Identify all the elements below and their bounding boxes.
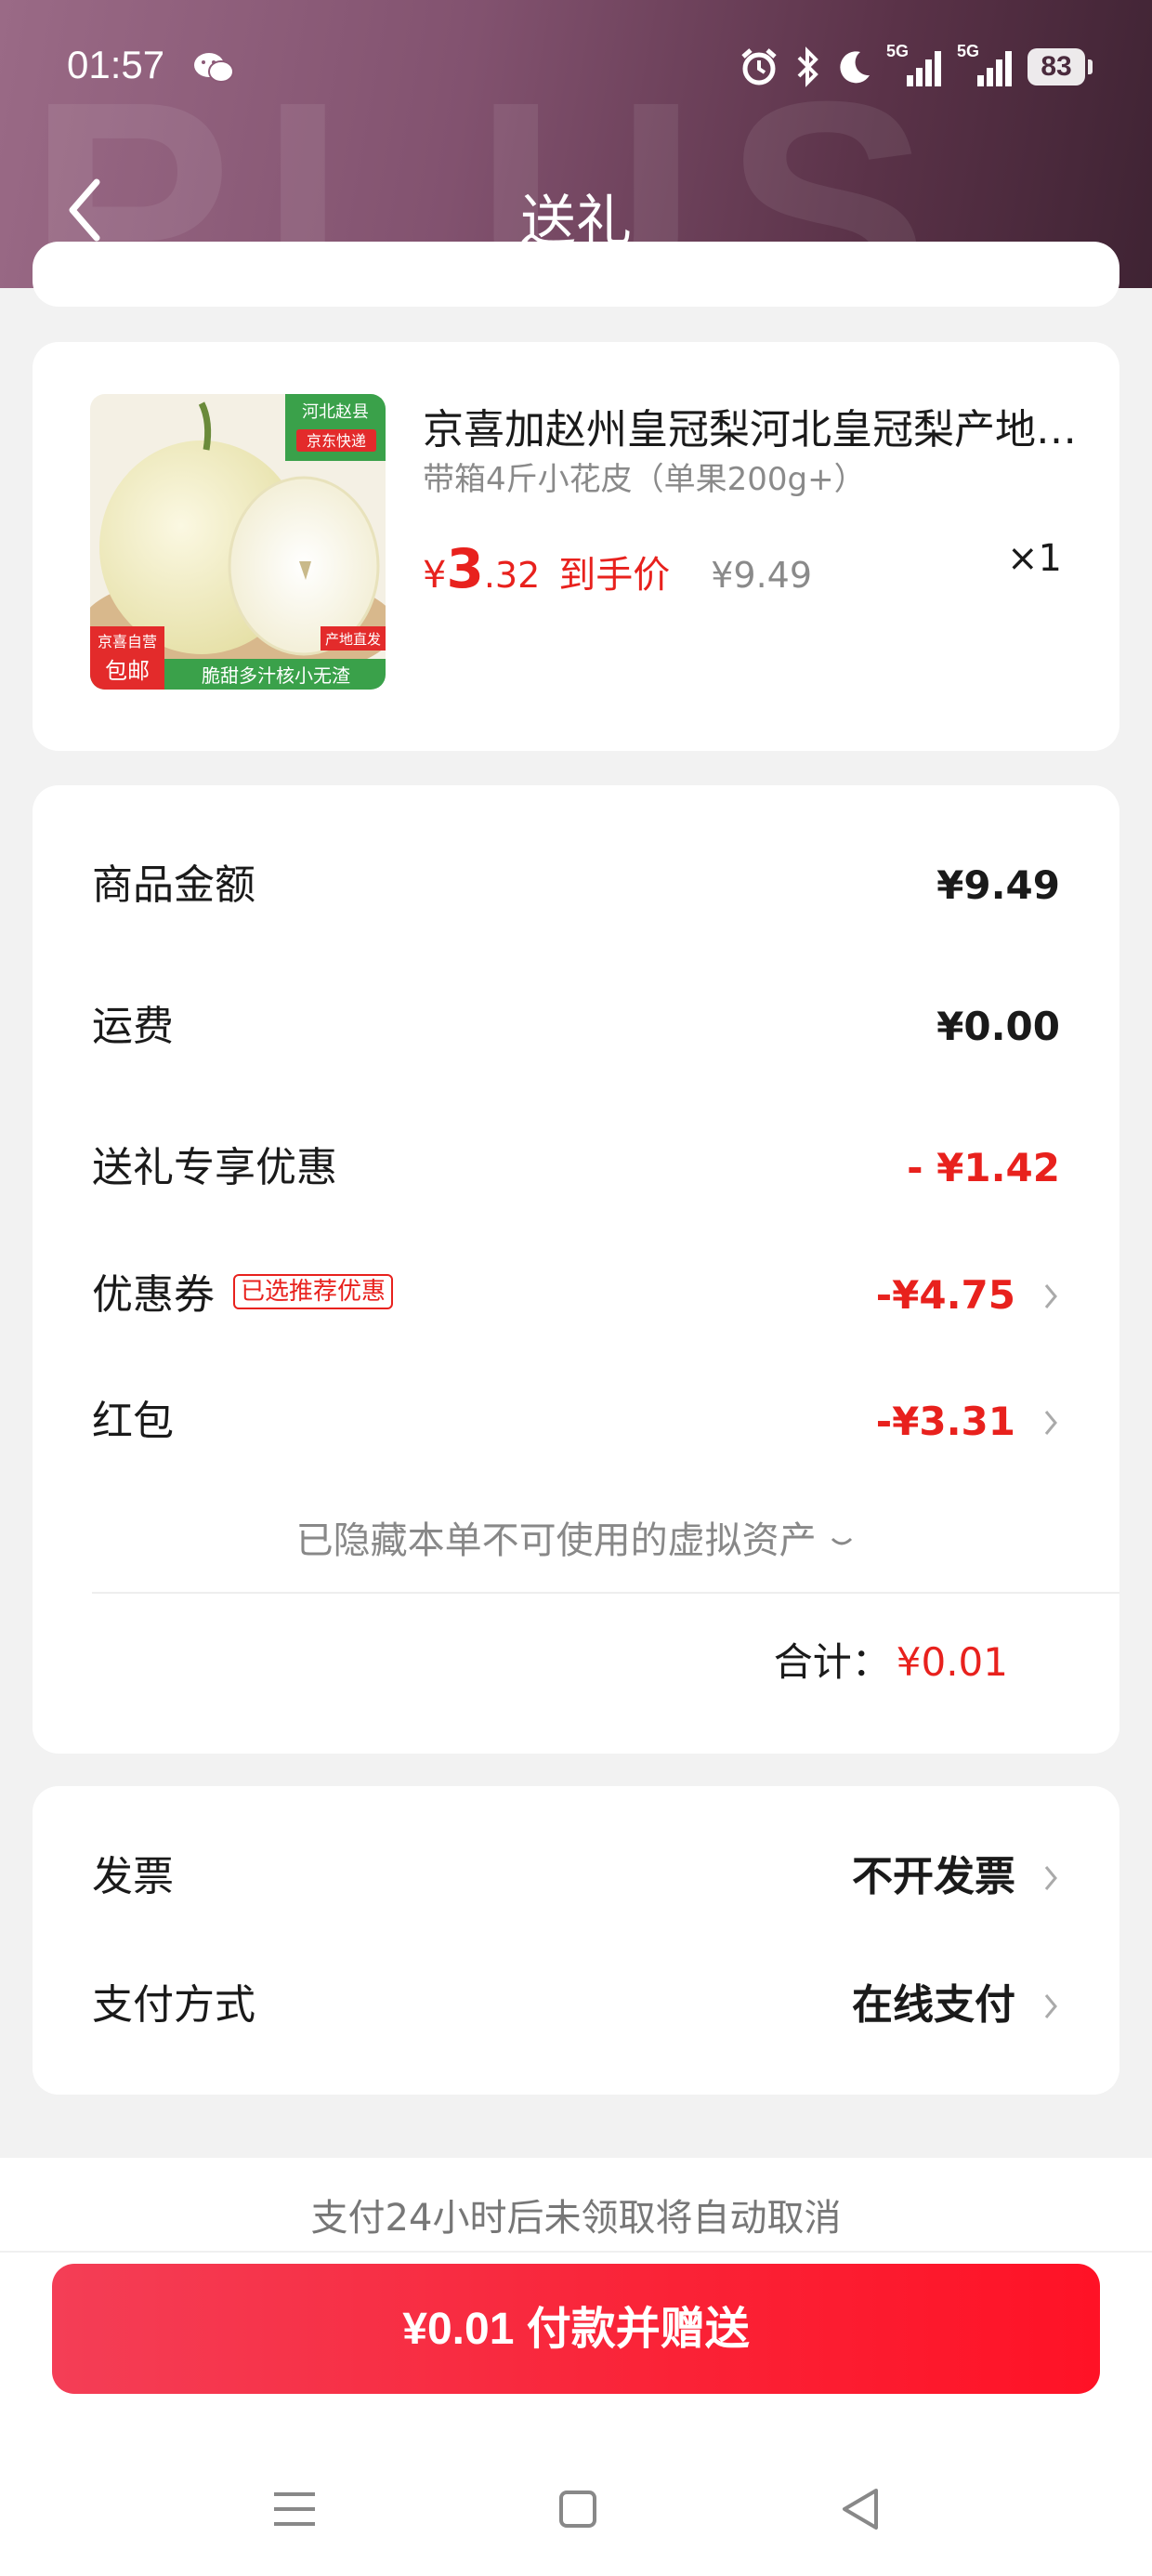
total-value: ¥0.01 [896,1639,1008,1685]
bluetooth-icon [797,46,818,87]
svg-text:河北赵县: 河北赵县 [302,402,369,422]
recommended-coupon-badge: 已选推荐优惠 [233,1274,394,1309]
shipping-value: ¥0.00 [936,1004,1060,1049]
price-integer: 3 [446,537,484,600]
product-spec: 带箱4斤小花皮（单果200g+） [423,461,866,498]
total-row: 合计： ¥0.01 [774,1631,1008,1688]
goods-amount-value: ¥9.49 [936,862,1060,908]
product-name[interactable]: 京喜加赵州皇冠梨河北皇冠梨产地直发 [423,396,1082,455]
pear-image: 河北赵县 京东快递 京喜自营 包邮 产地直发 脆甜多汁核小无渣 [90,394,386,690]
coupon-row[interactable]: 优惠券 已选推荐优惠 -¥4.75 [92,1263,1060,1328]
goods-amount-label: 商品金额 [92,861,255,909]
coupon-label: 优惠券 [92,1271,215,1319]
system-navigation-bar [0,2453,1152,2556]
red-packet-value: -¥3.31 [875,1399,1015,1444]
gift-discount-value: - ¥1.42 [907,1145,1060,1190]
product-quantity: ×1 [1007,537,1062,580]
pay-and-gift-button[interactable]: ¥0.01 付款并赠送 [52,2264,1100,2394]
product-price-row: ¥ 3 .32 到手价 ¥9.49 [423,537,812,602]
payment-method-value: 在线支付 [852,1981,1015,2029]
battery-icon: 83 [1028,48,1093,85]
chevron-right-icon [1044,1994,1057,2018]
previous-card-edge [33,242,1119,307]
chevron-down-icon [831,1537,853,1545]
invoice-value: 不开发票 [852,1853,1015,1900]
red-packet-row[interactable]: 红包 -¥3.31 [92,1389,1060,1454]
payment-method-row[interactable]: 支付方式 在线支付 [92,1973,1060,2038]
chevron-right-icon [1044,1284,1057,1308]
price-summary-card: 商品金额 ¥9.49 运费 ¥0.00 送礼专享优惠 - ¥1.42 优惠券 已选… [33,785,1119,1754]
final-price-tag: 到手价 [558,554,671,597]
invoice-row[interactable]: 发票 不开发票 [92,1845,1060,1910]
price-decimal: .32 [483,555,541,596]
svg-text:脆甜多汁核小无渣: 脆甜多汁核小无渣 [202,664,350,687]
wechat-icon [194,53,234,83]
signal-icon: 5G [957,42,1015,90]
status-time: 01:57 [67,43,165,86]
home-icon[interactable] [550,2481,606,2537]
divider [0,2251,1152,2253]
coupon-value: -¥4.75 [875,1272,1015,1318]
hidden-assets-toggle[interactable]: 已隐藏本单不可使用的虚拟资产 [33,1510,1119,1564]
shipping-label: 运费 [92,1003,174,1050]
back-triangle-icon[interactable] [833,2481,889,2537]
hidden-assets-text: 已隐藏本单不可使用的虚拟资产 [295,1519,817,1562]
price-currency: ¥ [423,554,447,597]
invoice-label: 发票 [92,1853,174,1900]
red-packet-label: 红包 [92,1398,174,1445]
status-bar: 01:57 5G 5G 83 [0,0,1152,139]
original-price: ¥9.49 [711,555,813,596]
menu-icon[interactable] [267,2481,322,2537]
goods-amount-row: 商品金额 ¥9.49 [92,853,1060,918]
signal-icon: 5G [886,42,944,90]
invoice-payment-card: 发票 不开发票 支付方式 在线支付 [33,1786,1119,2095]
total-label: 合计： [773,1639,891,1685]
moon-icon [840,51,870,84]
divider [92,1592,1119,1594]
shipping-row: 运费 ¥0.00 [92,994,1060,1059]
chevron-right-icon [1044,1866,1057,1890]
bottom-bar: 支付24小时后未领取将自动取消 ¥0.01 付款并赠送 [0,2158,1152,2576]
svg-text:京喜自营: 京喜自营 [98,633,157,651]
svg-text:包邮: 包邮 [105,658,150,684]
gift-discount-label: 送礼专享优惠 [92,1144,337,1191]
auto-cancel-notice: 支付24小时后未领取将自动取消 [310,2197,842,2240]
alarm-icon [741,48,777,85]
product-card[interactable]: 河北赵县 京东快递 京喜自营 包邮 产地直发 脆甜多汁核小无渣 京喜加赵州皇冠梨… [33,342,1119,751]
svg-text:京东快递: 京东快递 [307,432,366,450]
svg-text:产地直发: 产地直发 [325,631,381,648]
product-image[interactable]: 河北赵县 京东快递 京喜自营 包邮 产地直发 脆甜多汁核小无渣 [90,394,386,690]
chevron-right-icon [1044,1411,1057,1435]
gift-discount-row: 送礼专享优惠 - ¥1.42 [92,1136,1060,1201]
payment-method-label: 支付方式 [92,1981,255,2029]
